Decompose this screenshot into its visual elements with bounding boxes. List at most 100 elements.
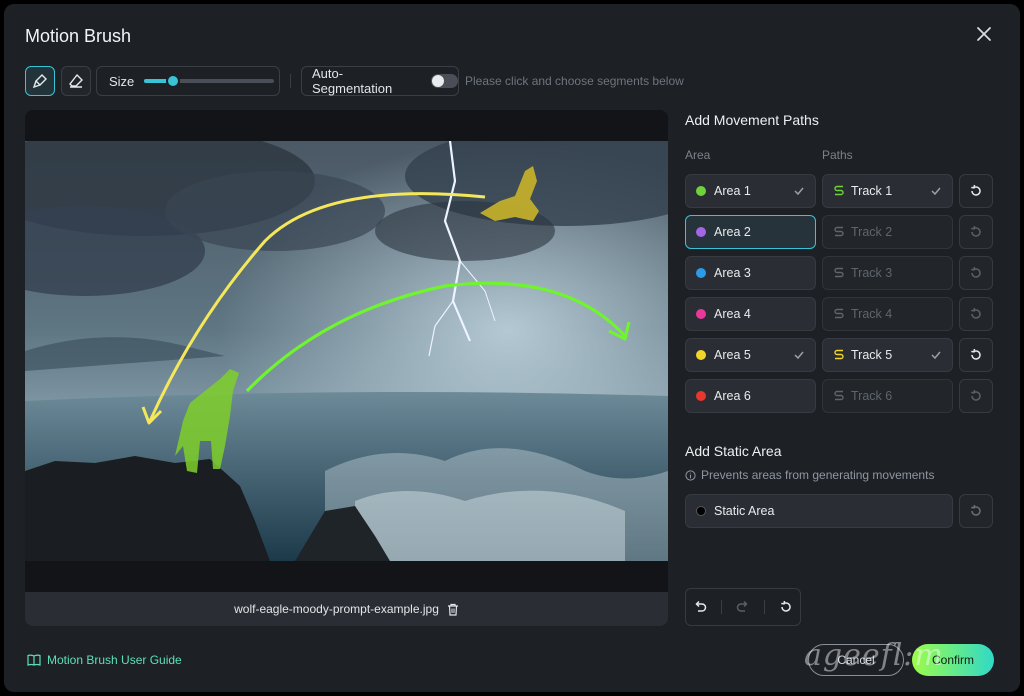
track-label: Track 4	[851, 307, 893, 321]
reset-icon	[971, 348, 981, 360]
static-area-button[interactable]: Static Area	[685, 494, 953, 528]
segment-hint: Please click and choose segments below	[465, 74, 684, 88]
track-label: Track 2	[851, 225, 893, 239]
path-icon	[834, 267, 844, 278]
static-area-title: Add Static Area	[685, 443, 782, 459]
track-button[interactable]: Track 4	[822, 297, 953, 331]
check-icon	[794, 187, 804, 196]
check-icon	[794, 351, 804, 360]
area-color-dot	[696, 227, 706, 237]
area-label: Area 2	[714, 225, 751, 239]
brush-tool-button[interactable]	[25, 66, 55, 96]
auto-segmentation-toggle[interactable]	[430, 74, 458, 88]
file-name: wolf-eagle-moody-prompt-example.jpg	[234, 602, 439, 616]
history-divider	[764, 600, 765, 614]
reset-icon	[971, 504, 981, 516]
area-button[interactable]: Area 1	[685, 174, 816, 208]
reset-icon	[971, 266, 981, 278]
file-bar: wolf-eagle-moody-prompt-example.jpg	[25, 592, 668, 626]
reset-icon	[971, 184, 981, 196]
path-icon	[834, 308, 844, 319]
area-color-dot	[696, 350, 706, 360]
area-label: Area 4	[714, 307, 751, 321]
trash-icon[interactable]	[447, 603, 459, 616]
area-button[interactable]: Area 6	[685, 379, 816, 413]
area-color-dot	[696, 391, 706, 401]
book-icon	[27, 654, 41, 666]
info-icon	[685, 469, 696, 481]
track-button[interactable]: Track 1	[822, 174, 953, 208]
static-area-reset-button[interactable]	[959, 494, 993, 528]
close-button[interactable]	[972, 22, 996, 46]
area-done-mark	[793, 185, 805, 200]
brush-size-control: Size	[96, 66, 280, 96]
area-button[interactable]: Area 5	[685, 338, 816, 372]
area-color-dot	[696, 309, 706, 319]
path-icon	[834, 349, 844, 360]
track-done-mark	[930, 185, 942, 200]
auto-segmentation-control: Auto-Segmentation	[301, 66, 459, 96]
size-slider[interactable]	[144, 74, 275, 88]
redo-icon[interactable]	[736, 600, 750, 614]
track-button[interactable]: Track 6	[822, 379, 953, 413]
track-done-mark	[930, 349, 942, 364]
movement-paths-title: Add Movement Paths	[685, 112, 819, 128]
undo-icon[interactable]	[693, 600, 707, 614]
static-area-dot	[696, 506, 706, 516]
track-reset-button[interactable]	[959, 256, 993, 290]
path-icon	[834, 390, 844, 401]
area-color-dot	[696, 268, 706, 278]
eraser-icon	[69, 73, 83, 88]
area-label: Area 6	[714, 389, 751, 403]
toolbar-divider	[290, 74, 291, 88]
track-reset-button[interactable]	[959, 174, 993, 208]
area-button[interactable]: Area 2	[685, 215, 816, 249]
eraser-tool-button[interactable]	[61, 66, 91, 96]
track-button[interactable]: Track 2	[822, 215, 953, 249]
area-button[interactable]: Area 4	[685, 297, 816, 331]
image-canvas[interactable]: wolf-eagle-moody-prompt-example.jpg	[25, 110, 668, 626]
scene-image[interactable]	[25, 141, 668, 561]
track-label: Track 3	[851, 266, 893, 280]
area-button[interactable]: Area 3	[685, 256, 816, 290]
area-label: Area 5	[714, 348, 751, 362]
area-done-mark	[793, 349, 805, 364]
static-area-info: Prevents areas from generating movements	[685, 468, 934, 482]
motion-brush-modal: Motion Brush Size Auto-Segmentation Plea…	[4, 4, 1020, 692]
track-reset-button[interactable]	[959, 379, 993, 413]
area-label: Area 1	[714, 184, 751, 198]
area-column-header: Area	[685, 148, 711, 162]
track-reset-button[interactable]	[959, 338, 993, 372]
user-guide-link[interactable]: Motion Brush User Guide	[27, 653, 182, 667]
static-area-label: Static Area	[714, 504, 775, 518]
track-label: Track 6	[851, 389, 893, 403]
track-label: Track 1	[851, 184, 893, 198]
check-icon	[931, 351, 941, 360]
paths-column-header: Paths	[822, 148, 853, 162]
area-label: Area 3	[714, 266, 751, 280]
reset-icon	[971, 389, 981, 401]
track-reset-button[interactable]	[959, 297, 993, 331]
auto-segmentation-label: Auto-Segmentation	[312, 66, 393, 96]
brush-icon	[32, 74, 47, 89]
history-controls	[685, 588, 801, 626]
area-color-dot	[696, 186, 706, 196]
check-icon	[931, 187, 941, 196]
track-reset-button[interactable]	[959, 215, 993, 249]
reset-all-icon[interactable]	[779, 600, 793, 614]
path-icon	[834, 185, 844, 196]
modal-title: Motion Brush	[25, 26, 132, 46]
size-label: Size	[109, 73, 135, 89]
history-divider	[721, 600, 722, 614]
size-slider-handle[interactable]	[165, 74, 180, 88]
cancel-button[interactable]: Cancel	[808, 644, 904, 676]
confirm-button[interactable]: Confirm	[912, 644, 994, 676]
track-button[interactable]: Track 3	[822, 256, 953, 290]
user-guide-label: Motion Brush User Guide	[47, 653, 182, 667]
close-icon	[977, 27, 991, 41]
toggle-knob	[431, 75, 444, 87]
path-icon	[834, 226, 844, 237]
track-button[interactable]: Track 5	[822, 338, 953, 372]
reset-icon	[971, 225, 981, 237]
static-area-info-text: Prevents areas from generating movements	[701, 468, 935, 482]
